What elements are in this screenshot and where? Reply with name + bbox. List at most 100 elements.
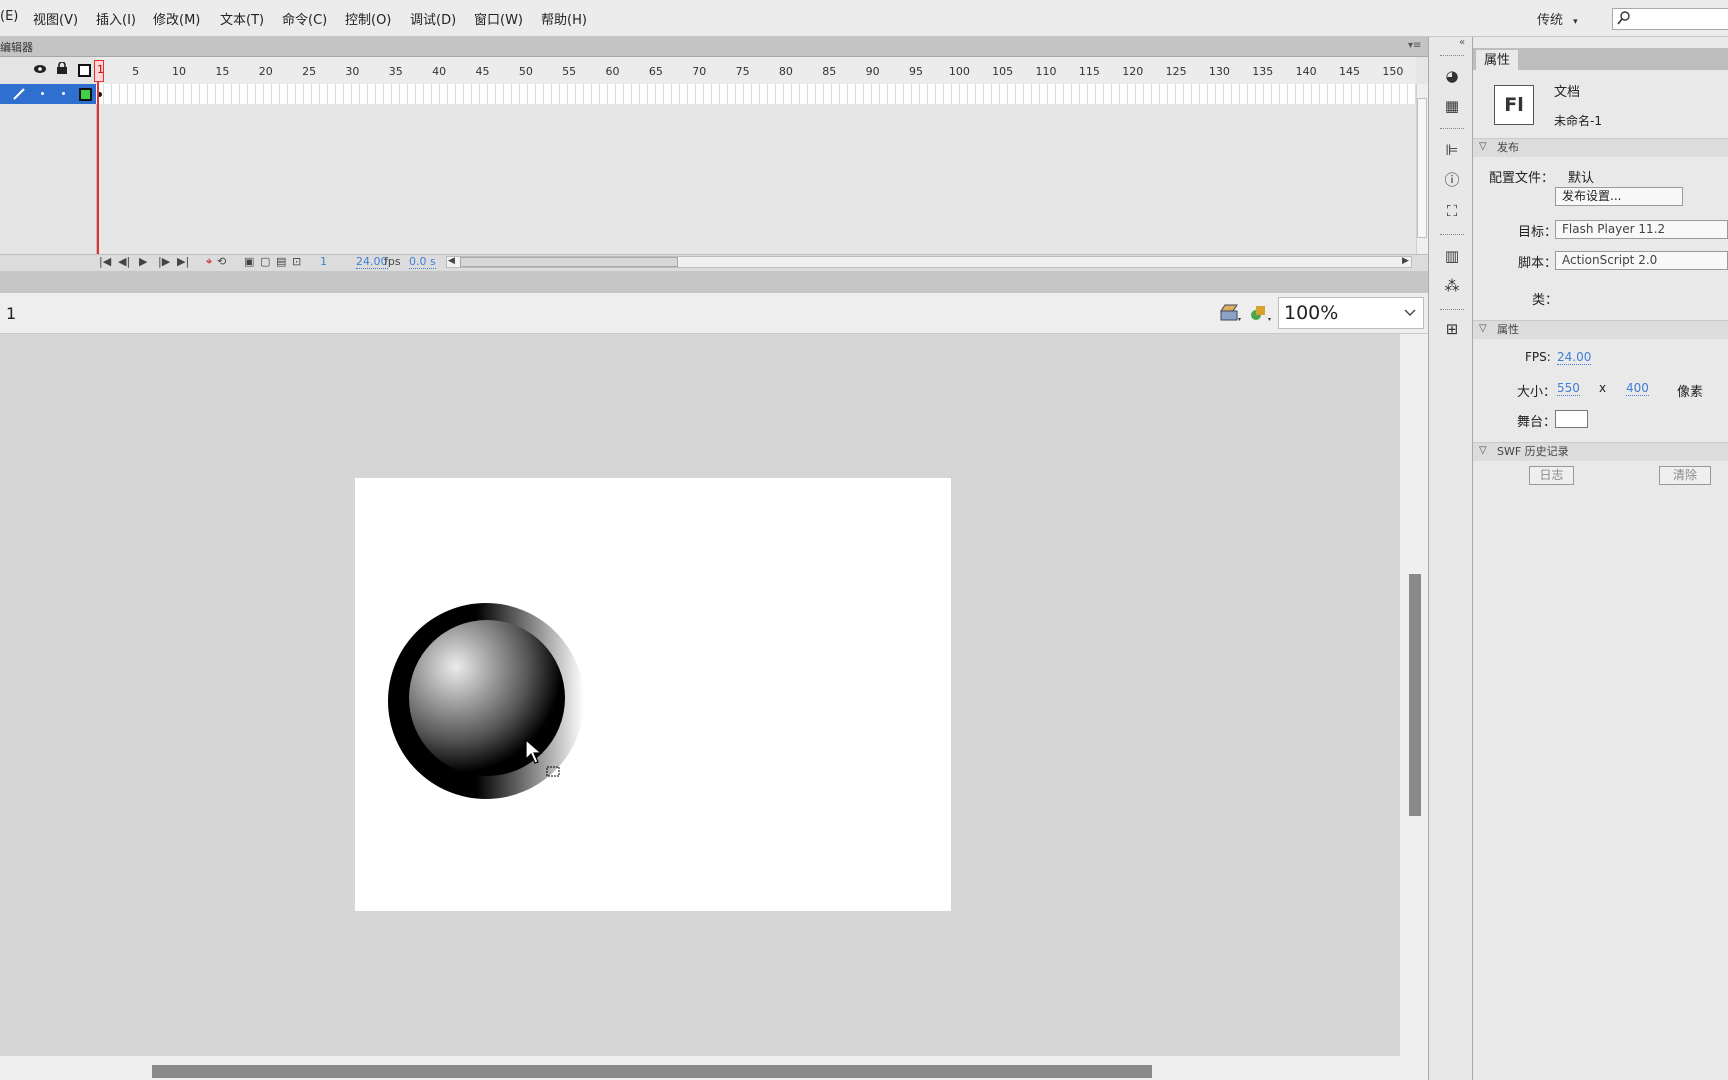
scene-label[interactable]: 1	[6, 304, 16, 323]
components-icon[interactable]: ⁂	[1442, 277, 1462, 295]
menu-bar: (E) 视图(V) 插入(I) 修改(M) 文本(T) 命令(C) 控制(O) …	[0, 0, 1728, 37]
library-icon[interactable]: ▥	[1442, 247, 1462, 265]
chevron-down-icon[interactable]	[1404, 309, 1416, 317]
onion-skin-icon[interactable]: ▣	[244, 255, 254, 268]
step-back-icon[interactable]: ◀|	[118, 255, 130, 268]
menu-control[interactable]: 控制(O)	[345, 9, 391, 28]
section-properties[interactable]: 属性	[1473, 320, 1728, 339]
edit-symbols-icon[interactable]	[1248, 302, 1274, 324]
section-swf-history[interactable]: SWF 历史记录	[1473, 442, 1728, 461]
zoom-value: 100%	[1284, 302, 1339, 324]
motion-presets-icon[interactable]: ⊞	[1442, 320, 1462, 338]
menu-edit[interactable]: (E)	[0, 9, 18, 24]
playhead-line[interactable]	[97, 62, 99, 256]
target-select[interactable]: Flash Player 11.2	[1555, 220, 1728, 239]
onion-skin-outlines-icon[interactable]: ▢	[260, 255, 270, 268]
frame-number-label: 100	[948, 65, 970, 78]
panel-menu-icon[interactable]: ▾≡	[1408, 40, 1421, 51]
log-button[interactable]: 日志	[1529, 466, 1574, 485]
width-value[interactable]: 550	[1557, 381, 1580, 396]
document-name: 未命名-1	[1554, 114, 1602, 128]
script-label: 脚本：	[1518, 256, 1558, 271]
edit-multiple-frames-icon[interactable]: ▤	[276, 255, 286, 268]
scroll-right-icon[interactable]: ▶	[1402, 256, 1409, 266]
menu-window[interactable]: 窗口(W)	[474, 9, 523, 28]
edit-scene-icon[interactable]	[1218, 302, 1244, 324]
layer-visible-dot[interactable]	[41, 92, 44, 95]
current-frame-value[interactable]: 1	[320, 255, 327, 268]
stage-color-label: 舞台：	[1517, 415, 1557, 430]
menu-insert[interactable]: 插入(I)	[96, 9, 136, 28]
edit-bar	[0, 293, 1428, 334]
workspace-switcher[interactable]: 传统 ▾	[1537, 9, 1578, 28]
play-icon[interactable]: ▶	[139, 255, 147, 268]
frame-number-label: 45	[475, 65, 490, 78]
dock-grip[interactable]	[1440, 309, 1464, 313]
frame-number-label: 120	[1122, 65, 1144, 78]
stage-horizontal-scroll-thumb[interactable]	[152, 1065, 1152, 1078]
elapsed-time-value[interactable]: 0.0 s	[409, 255, 436, 269]
search-input[interactable]	[1612, 8, 1728, 30]
timeline-horizontal-scroll-thumb[interactable]	[460, 257, 678, 267]
frame-number-label: 50	[518, 65, 533, 78]
dock-grip[interactable]	[1440, 128, 1464, 132]
menu-modify[interactable]: 修改(M)	[153, 9, 200, 28]
dock-grip[interactable]	[1440, 55, 1464, 59]
panel-divider[interactable]	[0, 271, 1428, 293]
collapse-triangle-icon[interactable]: ▽	[1479, 445, 1487, 456]
menu-debug[interactable]: 调试(D)	[410, 9, 456, 28]
frame-rate-value[interactable]: 24.00	[356, 255, 388, 269]
stage-color-swatch[interactable]	[1555, 410, 1588, 428]
script-select[interactable]: ActionScript 2.0	[1555, 251, 1728, 270]
frame-number-label: 105	[992, 65, 1014, 78]
size-label: 大小：	[1517, 385, 1557, 400]
frame-number-label: 140	[1295, 65, 1317, 78]
frame-number-label: 130	[1208, 65, 1230, 78]
collapse-icon[interactable]: «	[1459, 37, 1465, 48]
swatches-icon[interactable]: ▦	[1442, 97, 1462, 115]
dock-grip[interactable]	[1440, 234, 1464, 238]
frame-number-label: 145	[1338, 65, 1360, 78]
eye-icon[interactable]	[33, 64, 47, 74]
stage-vertical-scroll-thumb[interactable]	[1409, 574, 1421, 816]
outline-icon[interactable]	[78, 64, 91, 77]
step-forward-icon[interactable]: |▶	[158, 255, 170, 268]
pointer-cursor-icon	[525, 739, 560, 777]
color-icon[interactable]: ◕	[1442, 67, 1462, 85]
frame-number-label: 65	[648, 65, 663, 78]
menu-text[interactable]: 文本(T)	[220, 9, 264, 28]
menu-help[interactable]: 帮助(H)	[541, 9, 587, 28]
go-to-first-frame-icon[interactable]: |◀	[99, 255, 111, 268]
menu-view[interactable]: 视图(V)	[33, 9, 78, 28]
frame-number-label: 25	[302, 65, 317, 78]
search-icon	[1617, 11, 1630, 25]
layer-lock-dot[interactable]	[62, 92, 65, 95]
collapse-triangle-icon[interactable]: ▽	[1479, 323, 1487, 334]
align-icon[interactable]: ⊫	[1442, 141, 1462, 159]
publish-settings-button[interactable]: 发布设置...	[1555, 187, 1683, 206]
tab-properties[interactable]: 属性	[1476, 50, 1518, 71]
frame-number-label: 85	[822, 65, 837, 78]
frame-number-label: 95	[908, 65, 923, 78]
scroll-left-icon[interactable]: ◀	[448, 256, 455, 266]
loop-icon[interactable]: ⟲	[217, 255, 226, 268]
collapse-triangle-icon[interactable]: ▽	[1479, 141, 1487, 152]
fps-value[interactable]: 24.00	[1557, 350, 1592, 365]
clear-button[interactable]: 清除	[1659, 466, 1711, 485]
transform-icon[interactable]: ⛶	[1442, 202, 1462, 220]
modify-onion-markers-icon[interactable]: ⊡	[292, 255, 301, 268]
chevron-down-icon: ▾	[1573, 17, 1578, 27]
frame-row[interactable]	[96, 84, 1416, 104]
center-frame-icon[interactable]: ⌖	[206, 255, 212, 269]
go-to-last-frame-icon[interactable]: ▶|	[177, 255, 189, 268]
frame-number-label: 10	[172, 65, 187, 78]
timeline-vertical-scroll-thumb[interactable]	[1417, 98, 1427, 238]
size-x-separator: x	[1599, 381, 1607, 395]
menu-commands[interactable]: 命令(C)	[282, 9, 327, 28]
info-icon[interactable]: ⓘ	[1442, 171, 1462, 189]
lock-icon[interactable]	[56, 62, 68, 75]
size-unit: 像素	[1677, 385, 1704, 400]
height-value[interactable]: 400	[1626, 381, 1649, 396]
section-publish[interactable]: 发布	[1473, 138, 1728, 157]
layer-color-swatch[interactable]	[79, 88, 92, 101]
